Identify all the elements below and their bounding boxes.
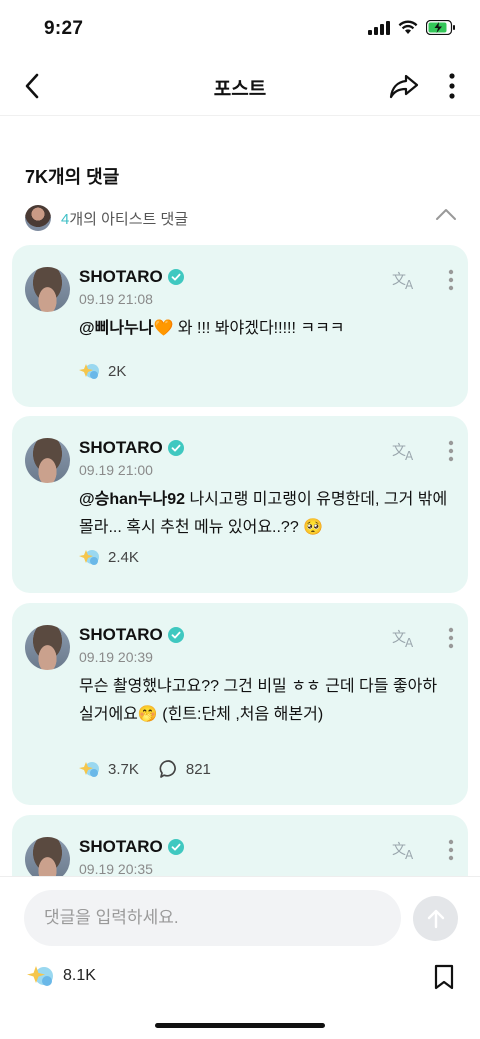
mention-link[interactable]: @삐나누나 xyxy=(79,320,153,337)
svg-text:A: A xyxy=(405,278,414,291)
share-button[interactable] xyxy=(388,70,420,102)
battery-charging-icon xyxy=(426,20,455,35)
post-like-button[interactable]: 8.1K xyxy=(27,964,96,988)
comment-author[interactable]: SHOTARO xyxy=(79,267,184,287)
more-vertical-icon xyxy=(449,73,455,99)
translate-icon[interactable]: 文 A xyxy=(392,269,418,291)
like-count: 2K xyxy=(108,362,127,380)
author-name: SHOTARO xyxy=(79,625,163,644)
artist-comment-text: 개의 아티스트 댓글 xyxy=(69,210,189,228)
comment-text: @삐나누나🧡 와 !!! 봐야겠다!!!!! ㅋㅋㅋ xyxy=(79,315,448,343)
weverse-like-icon xyxy=(79,550,99,565)
svg-text:文: 文 xyxy=(392,443,406,459)
bookmark-button[interactable] xyxy=(433,964,455,995)
comment-more-icon[interactable] xyxy=(448,440,454,462)
translate-icon[interactable]: 文 A xyxy=(392,627,418,649)
weverse-like-icon xyxy=(27,966,53,986)
bookmark-icon xyxy=(434,964,454,990)
comment-text: 무슨 촬영했냐고요?? 그건 비밀 ㅎㅎ 근데 다들 좋아하실거에요🤭 (힌트:… xyxy=(79,678,438,723)
svg-text:文: 文 xyxy=(392,272,406,288)
comment-date: 09.19 21:00 xyxy=(79,462,153,478)
translate-icon[interactable]: 文 A xyxy=(392,839,418,861)
verified-badge-icon xyxy=(167,627,184,643)
comment-card: SHOTARO 09.19 21:08 文 A @삐나누나🧡 와 !!! 봐야겠… xyxy=(12,245,468,407)
svg-text:文: 文 xyxy=(392,630,406,646)
comment-date: 09.19 21:08 xyxy=(79,291,153,307)
share-icon xyxy=(389,74,419,99)
verified-badge-icon xyxy=(167,269,184,285)
comment-date: 09.19 20:35 xyxy=(79,861,153,877)
wifi-icon xyxy=(398,20,418,34)
mention-link[interactable]: @승han누나92 xyxy=(79,491,185,508)
comment-date: 09.19 20:39 xyxy=(79,649,153,665)
verified-badge-icon xyxy=(167,440,184,456)
verified-badge-icon xyxy=(167,839,184,855)
emoji: 🧡 xyxy=(153,320,174,337)
svg-text:A: A xyxy=(405,449,414,462)
status-icons xyxy=(368,20,456,35)
avatar xyxy=(25,205,51,231)
comment-card: SHOTARO 09.19 21:00 文 A @승han누나92 나시고랭 미… xyxy=(12,416,468,593)
speech-bubble-icon xyxy=(159,760,176,778)
post-like-count: 8.1K xyxy=(63,967,96,984)
svg-text:文: 文 xyxy=(392,842,406,858)
comment-stats: 2.4K xyxy=(79,547,151,567)
comment-body: 와 !!! 봐야겠다!!!!! ㅋㅋㅋ xyxy=(173,320,345,337)
comments-count: 7K개의 댓글 xyxy=(25,167,120,187)
author-name: SHOTARO xyxy=(79,438,163,457)
home-indicator xyxy=(155,1023,325,1028)
comment-more-icon[interactable] xyxy=(448,269,454,291)
nav-bar: 포스트 xyxy=(0,58,480,116)
comment-stats: 3.7K 821 xyxy=(79,759,223,779)
comment-stats: 2K xyxy=(79,361,138,381)
like-count: 3.7K xyxy=(108,760,139,778)
like-button[interactable]: 2.4K xyxy=(79,547,139,567)
comment-author[interactable]: SHOTARO xyxy=(79,837,184,857)
translate-icon[interactable]: 文 A xyxy=(392,440,418,462)
comment-card: SHOTARO 09.19 20:39 文 A 무슨 촬영했냐고요?? 그건 비… xyxy=(12,603,468,805)
artist-comments-label: 4개의 아티스트 댓글 xyxy=(61,208,188,229)
artist-comments-toggle[interactable]: 4개의 아티스트 댓글 xyxy=(25,205,457,231)
avatar[interactable] xyxy=(25,267,70,312)
like-button[interactable]: 3.7K xyxy=(79,759,139,779)
author-name: SHOTARO xyxy=(79,837,163,856)
comment-text: @승han누나92 나시고랭 미고랭이 유명한데, 그거 밖에 몰라... 혹시… xyxy=(79,486,448,542)
comment-author[interactable]: SHOTARO xyxy=(79,438,184,458)
weverse-like-icon xyxy=(79,762,99,777)
comment-input-bar: 댓글을 입력하세요. 8.1K xyxy=(0,876,480,1039)
like-count: 2.4K xyxy=(108,548,139,566)
weverse-like-icon xyxy=(79,364,99,379)
more-button[interactable] xyxy=(440,70,464,102)
svg-text:A: A xyxy=(405,848,414,861)
like-button[interactable]: 2K xyxy=(79,361,126,381)
comment-more-icon[interactable] xyxy=(448,627,454,649)
reply-button[interactable]: 821 xyxy=(159,759,211,779)
comment-input[interactable]: 댓글을 입력하세요. xyxy=(24,890,401,946)
status-time: 9:27 xyxy=(44,18,84,39)
reply-count: 821 xyxy=(185,760,211,778)
avatar[interactable] xyxy=(25,438,70,483)
avatar[interactable] xyxy=(25,625,70,670)
arrow-up-icon xyxy=(427,909,444,928)
comment-author[interactable]: SHOTARO xyxy=(79,625,184,645)
comment-more-icon[interactable] xyxy=(448,839,454,861)
chevron-up-icon xyxy=(436,209,456,220)
svg-text:A: A xyxy=(405,636,414,649)
signal-icon xyxy=(368,20,390,35)
status-bar: 9:27 xyxy=(0,0,480,58)
send-button[interactable] xyxy=(413,896,458,941)
author-name: SHOTARO xyxy=(79,267,163,286)
